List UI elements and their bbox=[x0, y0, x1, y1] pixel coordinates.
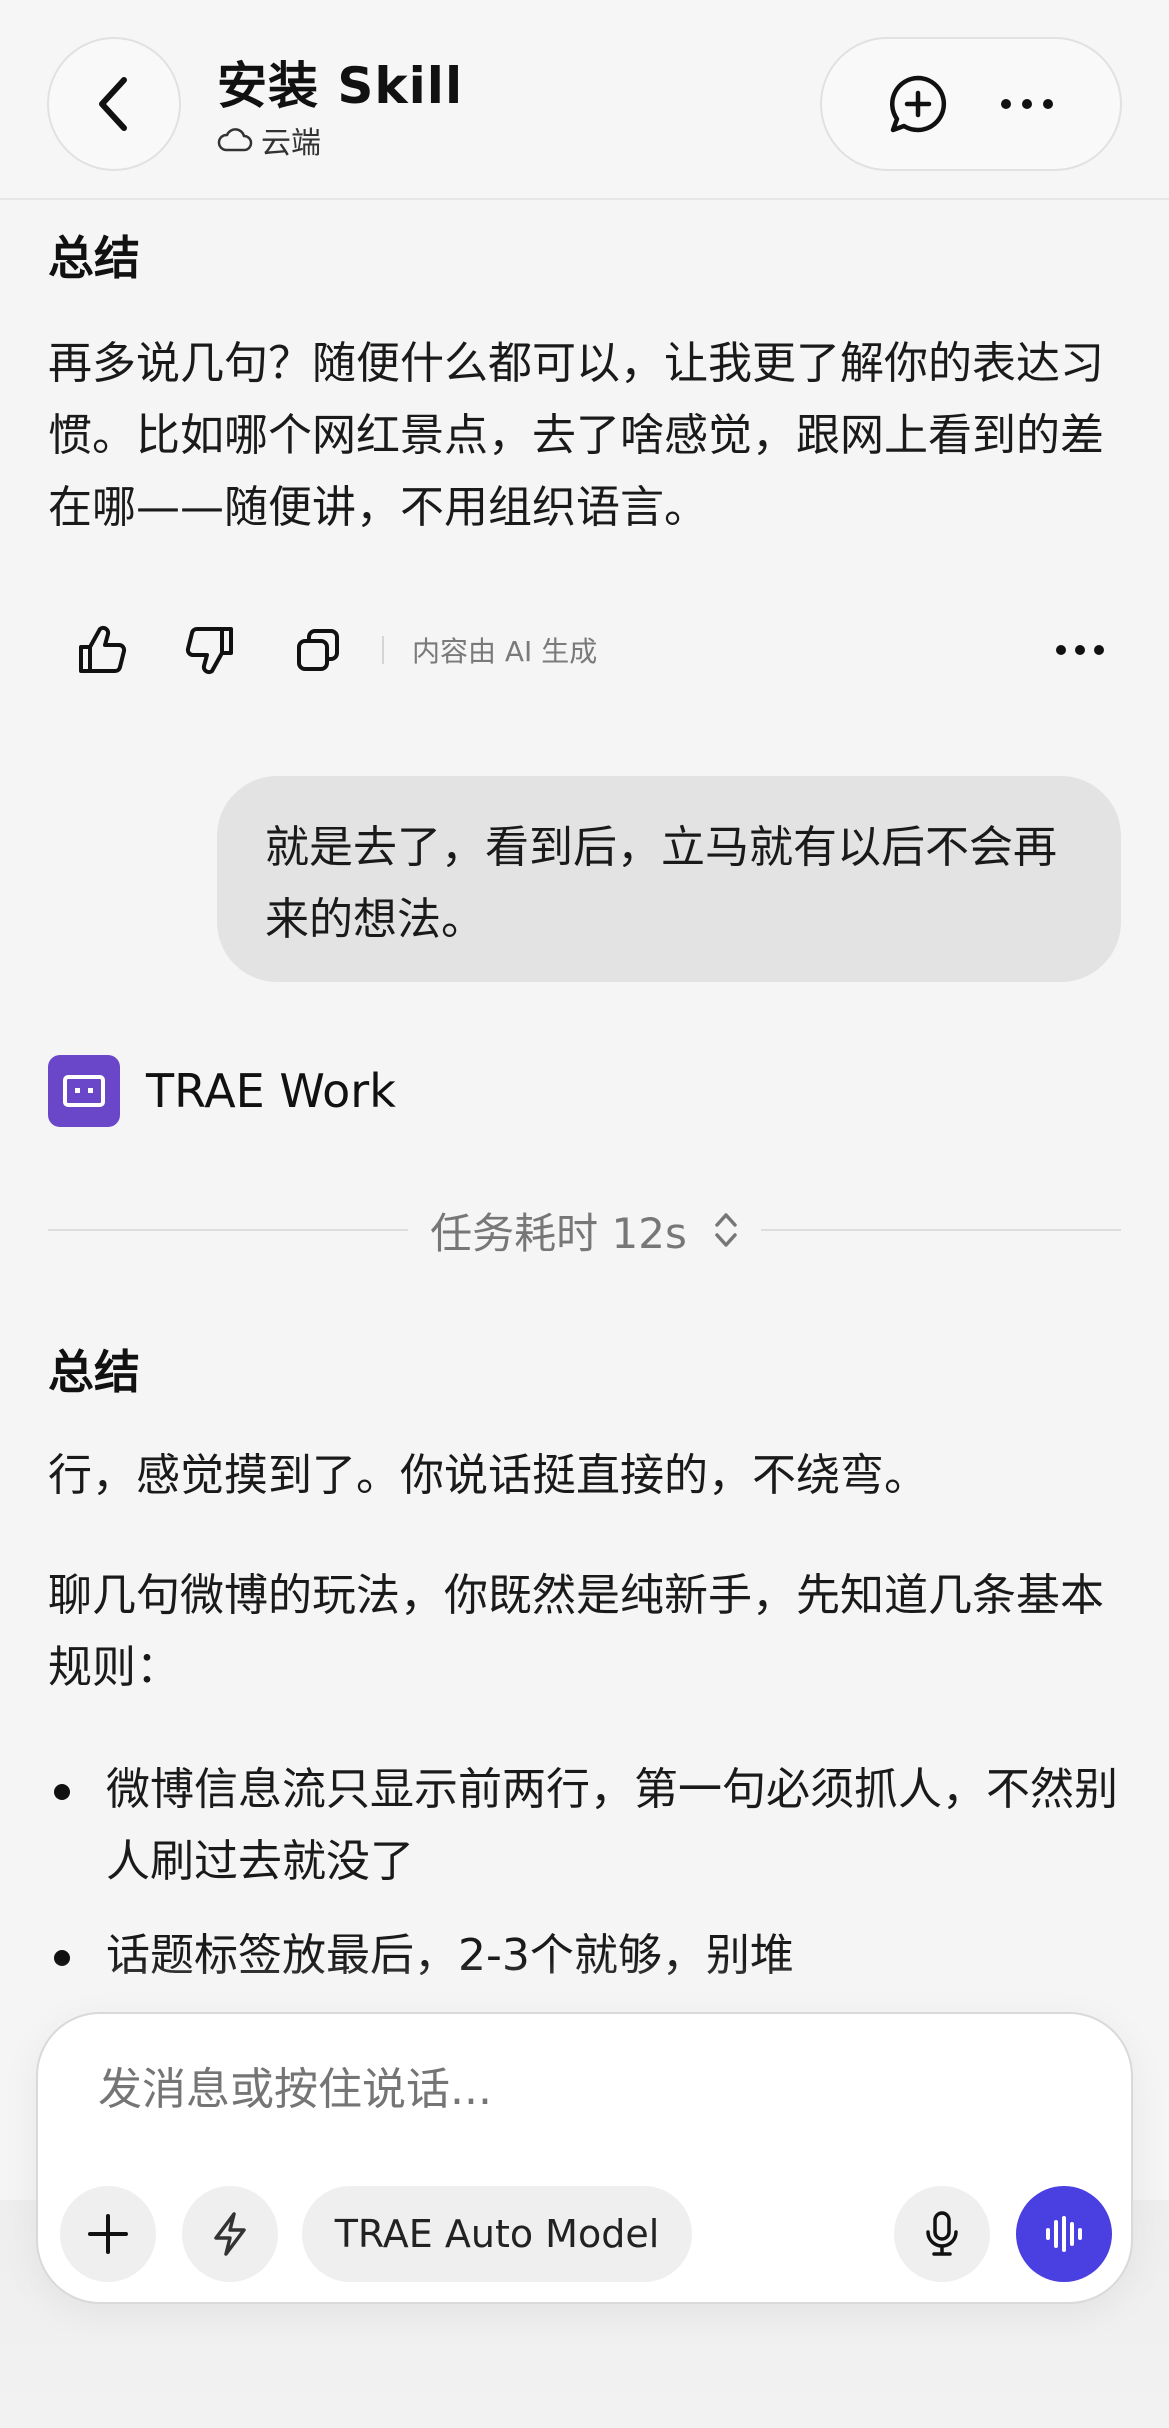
thumbs-down-button[interactable] bbox=[156, 610, 264, 690]
microphone-button[interactable] bbox=[894, 2186, 990, 2282]
header-actions bbox=[820, 37, 1122, 171]
back-button[interactable] bbox=[47, 37, 181, 171]
section-heading: 总结 bbox=[48, 1345, 140, 1399]
add-button[interactable] bbox=[60, 2186, 156, 2282]
copy-button[interactable] bbox=[264, 610, 372, 690]
more-icon[interactable] bbox=[999, 97, 1055, 111]
cloud-icon bbox=[217, 128, 253, 152]
more-icon bbox=[1056, 645, 1104, 655]
bot-name: TRAE Work bbox=[146, 1064, 396, 1118]
message-composer: TRAE Auto Model bbox=[36, 2012, 1133, 2304]
divider-left bbox=[48, 1229, 409, 1231]
top-bar: 安装 Skill 云端 bbox=[0, 0, 1169, 200]
voice-mode-button[interactable] bbox=[1016, 2186, 1112, 2282]
task-duration: 任务耗时 12s bbox=[430, 1200, 739, 1261]
microphone-icon bbox=[926, 2211, 958, 2256]
task-duration-text: 任务耗时 12s bbox=[430, 1208, 687, 1258]
message-input[interactable] bbox=[98, 2064, 998, 2115]
ai-generated-note: 内容由 AI 生成 bbox=[412, 635, 598, 668]
section-heading: 总结 bbox=[48, 231, 140, 285]
user-message-bubble: 就是去了，看到后，立马就有以后不会再来的想法。 bbox=[217, 776, 1121, 982]
thumbs-up-icon bbox=[79, 625, 127, 673]
assistant-paragraph: 聊几句微博的玩法，你既然是纯新手，先知道几条基本规则： bbox=[48, 1570, 1104, 1693]
chevron-left-icon bbox=[99, 77, 127, 131]
location-label: 云端 bbox=[217, 118, 321, 162]
expand-collapse-icon bbox=[715, 1213, 737, 1247]
message-more-button[interactable] bbox=[1040, 610, 1120, 690]
list-item: 微博信息流只显示前两行，第一句必须抓人，不然别人刷过去就没了 bbox=[48, 1754, 1128, 1898]
copy-icon bbox=[297, 629, 339, 671]
divider bbox=[382, 636, 384, 664]
new-chat-icon[interactable] bbox=[887, 73, 949, 135]
thumbs-up-button[interactable] bbox=[48, 610, 156, 690]
assistant-message-text: 再多说几句？随便什么都可以，让我更了解你的表达习惯。比如哪个网红景点，去了啥感觉… bbox=[48, 338, 1104, 533]
bot-identity: TRAE Work bbox=[48, 1055, 396, 1127]
assistant-paragraph: 行，感觉摸到了。你说话挺直接的，不绕弯。 bbox=[48, 1450, 928, 1501]
plus-icon bbox=[88, 2214, 128, 2254]
subtitle-text: 云端 bbox=[261, 126, 321, 161]
bot-avatar bbox=[48, 1055, 120, 1127]
thumbs-down-icon bbox=[185, 627, 233, 675]
skills-button[interactable] bbox=[182, 2186, 278, 2282]
message-actions: 内容由 AI 生成 bbox=[48, 610, 1120, 690]
bot-logo-icon bbox=[63, 1075, 105, 1107]
waveform-icon bbox=[1046, 2216, 1082, 2252]
divider-right bbox=[760, 1229, 1121, 1231]
page-title: 安装 Skill bbox=[217, 57, 464, 115]
lightning-icon bbox=[214, 2212, 246, 2256]
model-selector[interactable]: TRAE Auto Model bbox=[302, 2186, 692, 2282]
task-duration-toggle[interactable]: 任务耗时 12s bbox=[48, 1200, 1121, 1260]
